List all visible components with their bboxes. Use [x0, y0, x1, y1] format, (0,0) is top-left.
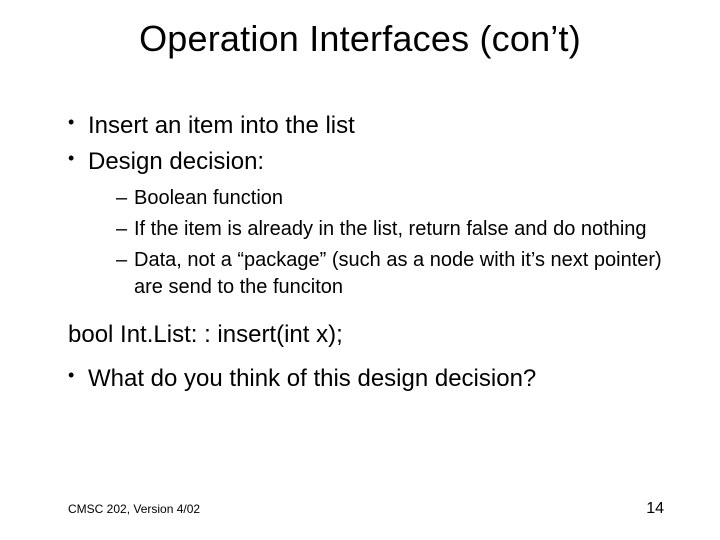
bullet-item: Design decision: Boolean function If the… [68, 146, 668, 300]
bullet-item: Insert an item into the list [68, 110, 668, 142]
sub-bullet-list: Boolean function If the item is already … [88, 185, 668, 301]
slide-title: Operation Interfaces (con’t) [0, 18, 720, 60]
bullet-text: What do you think of this design decisio… [88, 365, 536, 392]
bullet-text: Insert an item into the list [88, 112, 355, 139]
sub-bullet-item: Data, not a “package” (such as a node wi… [116, 247, 668, 301]
bullet-list-top: Insert an item into the list Design deci… [68, 110, 668, 301]
slide-body: Insert an item into the list Design deci… [68, 110, 668, 399]
sub-bullet-item: If the item is already in the list, retu… [116, 216, 668, 243]
code-signature: bool Int.List: : insert(int x); [68, 321, 668, 349]
slide: Operation Interfaces (con’t) Insert an i… [0, 0, 720, 540]
footer-course: CMSC 202, Version 4/02 [68, 502, 200, 516]
sub-bullet-item: Boolean function [116, 185, 668, 212]
footer-page-number: 14 [646, 500, 664, 518]
bullet-text: Design decision: [88, 148, 264, 175]
bullet-list-bottom: What do you think of this design decisio… [68, 363, 668, 395]
sub-bullet-text: Boolean function [134, 187, 283, 209]
sub-bullet-text: If the item is already in the list, retu… [134, 218, 647, 240]
bullet-item: What do you think of this design decisio… [68, 363, 668, 395]
sub-bullet-text: Data, not a “package” (such as a node wi… [134, 249, 662, 298]
